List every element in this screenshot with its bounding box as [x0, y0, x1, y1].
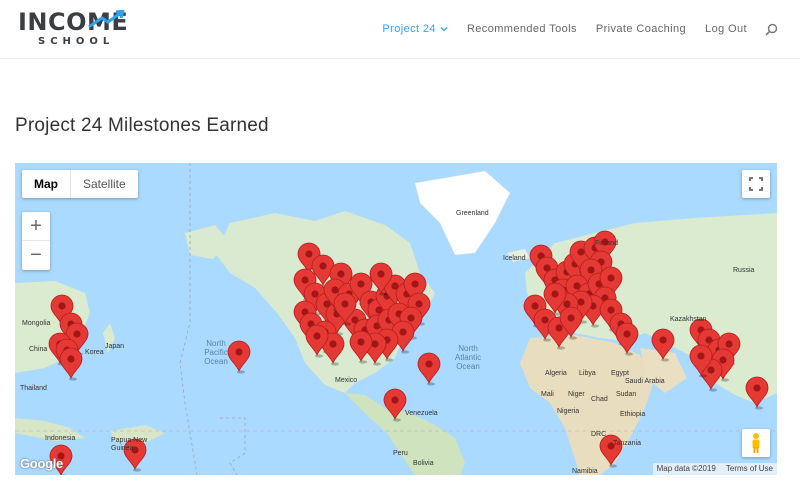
label-tanzania: Tanzania — [613, 440, 642, 447]
terms-of-use-link[interactable]: Terms of Use — [726, 463, 773, 475]
chevron-down-icon — [440, 27, 448, 32]
label-ethiopia: Ethiopia — [620, 411, 646, 418]
street-view-pegman-button[interactable] — [742, 429, 770, 457]
fullscreen-icon — [749, 177, 763, 191]
label-bolivia: Bolivia — [413, 460, 434, 467]
label-mali: Mali — [541, 391, 554, 398]
label-algeria: Algeria — [545, 370, 567, 377]
label-russia: Russia — [733, 267, 755, 274]
map-type-satellite-button[interactable]: Satellite — [70, 170, 138, 198]
label-niger: Niger — [568, 391, 585, 398]
label-iceland: Iceland — [503, 255, 526, 262]
search-icon[interactable] — [765, 23, 778, 36]
label-north-pacific: North Pacific Ocean — [204, 339, 228, 366]
zoom-out-button[interactable]: − — [22, 241, 50, 270]
page-title: Project 24 Milestones Earned — [15, 115, 269, 136]
label-saudi: Saudi Arabia — [625, 378, 665, 385]
map-base-layer[interactable] — [15, 163, 777, 475]
map-data-text: Map data ©2019 — [656, 464, 716, 473]
map-type-control: Map Satellite — [22, 170, 138, 198]
label-libya: Libya — [579, 370, 596, 377]
income-school-logo[interactable]: INCOME SCHOOL — [18, 8, 140, 50]
map-type-map-button[interactable]: Map — [22, 170, 70, 198]
label-mexico: Mexico — [335, 377, 358, 384]
pegman-icon — [752, 433, 760, 453]
zoom-control: + − — [22, 212, 50, 270]
nav-recommended-tools-label: Recommended Tools — [466, 23, 577, 35]
nav-log-out[interactable]: Log Out — [705, 23, 747, 35]
nav-project-24[interactable]: Project 24 — [382, 23, 448, 35]
label-drc: DRC — [591, 431, 607, 438]
label-kazakhstan: Kazakhstan — [670, 316, 707, 323]
fullscreen-button[interactable] — [742, 170, 770, 198]
label-finland: Finland — [595, 240, 618, 247]
label-korea: Korea — [85, 349, 104, 356]
main-nav: Project 24 Recommended Tools Private Coa… — [363, 0, 778, 58]
label-mongolia: Mongolia — [22, 320, 51, 327]
zoom-in-button[interactable]: + — [22, 212, 50, 241]
label-chad: Chad — [591, 396, 608, 403]
label-namibia: Namibia — [572, 468, 598, 475]
label-indonesia: Indonesia — [45, 435, 76, 442]
label-egypt: Egypt — [611, 370, 629, 377]
label-china: China — [29, 346, 48, 353]
label-peru: Peru — [393, 450, 408, 457]
label-sudan: Sudan — [616, 391, 637, 398]
google-logo: Google — [20, 456, 63, 471]
milestones-map[interactable]: Greenland Iceland Finland Russia Kazakhs… — [15, 163, 777, 475]
nav-log-out-label: Log Out — [705, 23, 747, 35]
nav-project-24-label: Project 24 — [382, 23, 436, 35]
label-north-atlantic: North Atlantic Ocean — [454, 344, 482, 371]
nav-private-coaching-label: Private Coaching — [595, 23, 687, 35]
nav-recommended-tools[interactable]: Recommended Tools — [467, 23, 577, 35]
label-papua: Papua New Guinea — [111, 437, 148, 452]
site-header: INCOME SCHOOL Project 24 Recommended Too… — [0, 0, 800, 59]
label-venezuela: Venezuela — [405, 410, 438, 417]
map-attribution: Map data ©2019 Terms of Use — [652, 463, 777, 475]
label-greenland: Greenland — [456, 210, 489, 217]
label-japan: Japan — [105, 343, 125, 350]
logo-swoosh-icon — [88, 10, 125, 28]
logo-bottom-text: SCHOOL — [38, 36, 115, 47]
nav-private-coaching[interactable]: Private Coaching — [596, 23, 686, 35]
label-thailand: Thailand — [20, 385, 47, 392]
label-nigeria: Nigeria — [557, 408, 580, 415]
